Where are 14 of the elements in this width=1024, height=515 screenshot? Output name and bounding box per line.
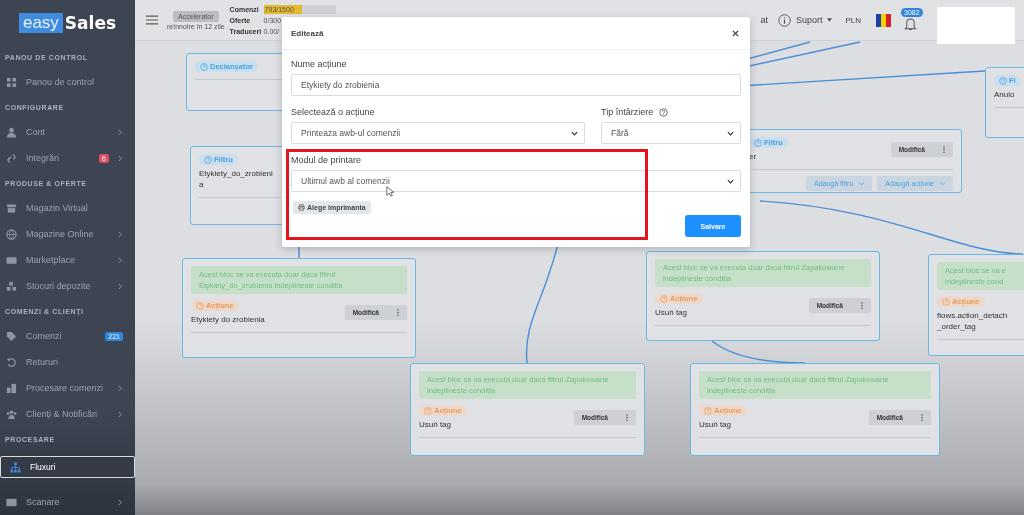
- logo-easy: easy: [18, 12, 63, 33]
- field-label: Modul de printare: [291, 155, 362, 165]
- node-title: Etykiety_do_zrobienia: [199, 168, 273, 190]
- node-title: flows.action_detach_order_tag: [937, 310, 1009, 332]
- node-title: Anulo: [994, 89, 1016, 100]
- dialog-title: Editează: [291, 28, 324, 38]
- node-title: Usuń tag: [655, 307, 689, 318]
- node-title: Usuń tag: [699, 419, 733, 430]
- node-title: Etykiety do zrobienia: [191, 314, 265, 325]
- field-label: Tip întârziere: [601, 107, 654, 117]
- logo-sales: Sales: [64, 12, 117, 33]
- field-label: Nume acțiune: [291, 59, 347, 69]
- field-label: Selectează o acțiune: [291, 107, 375, 117]
- node-title: Usuń tag: [419, 419, 453, 430]
